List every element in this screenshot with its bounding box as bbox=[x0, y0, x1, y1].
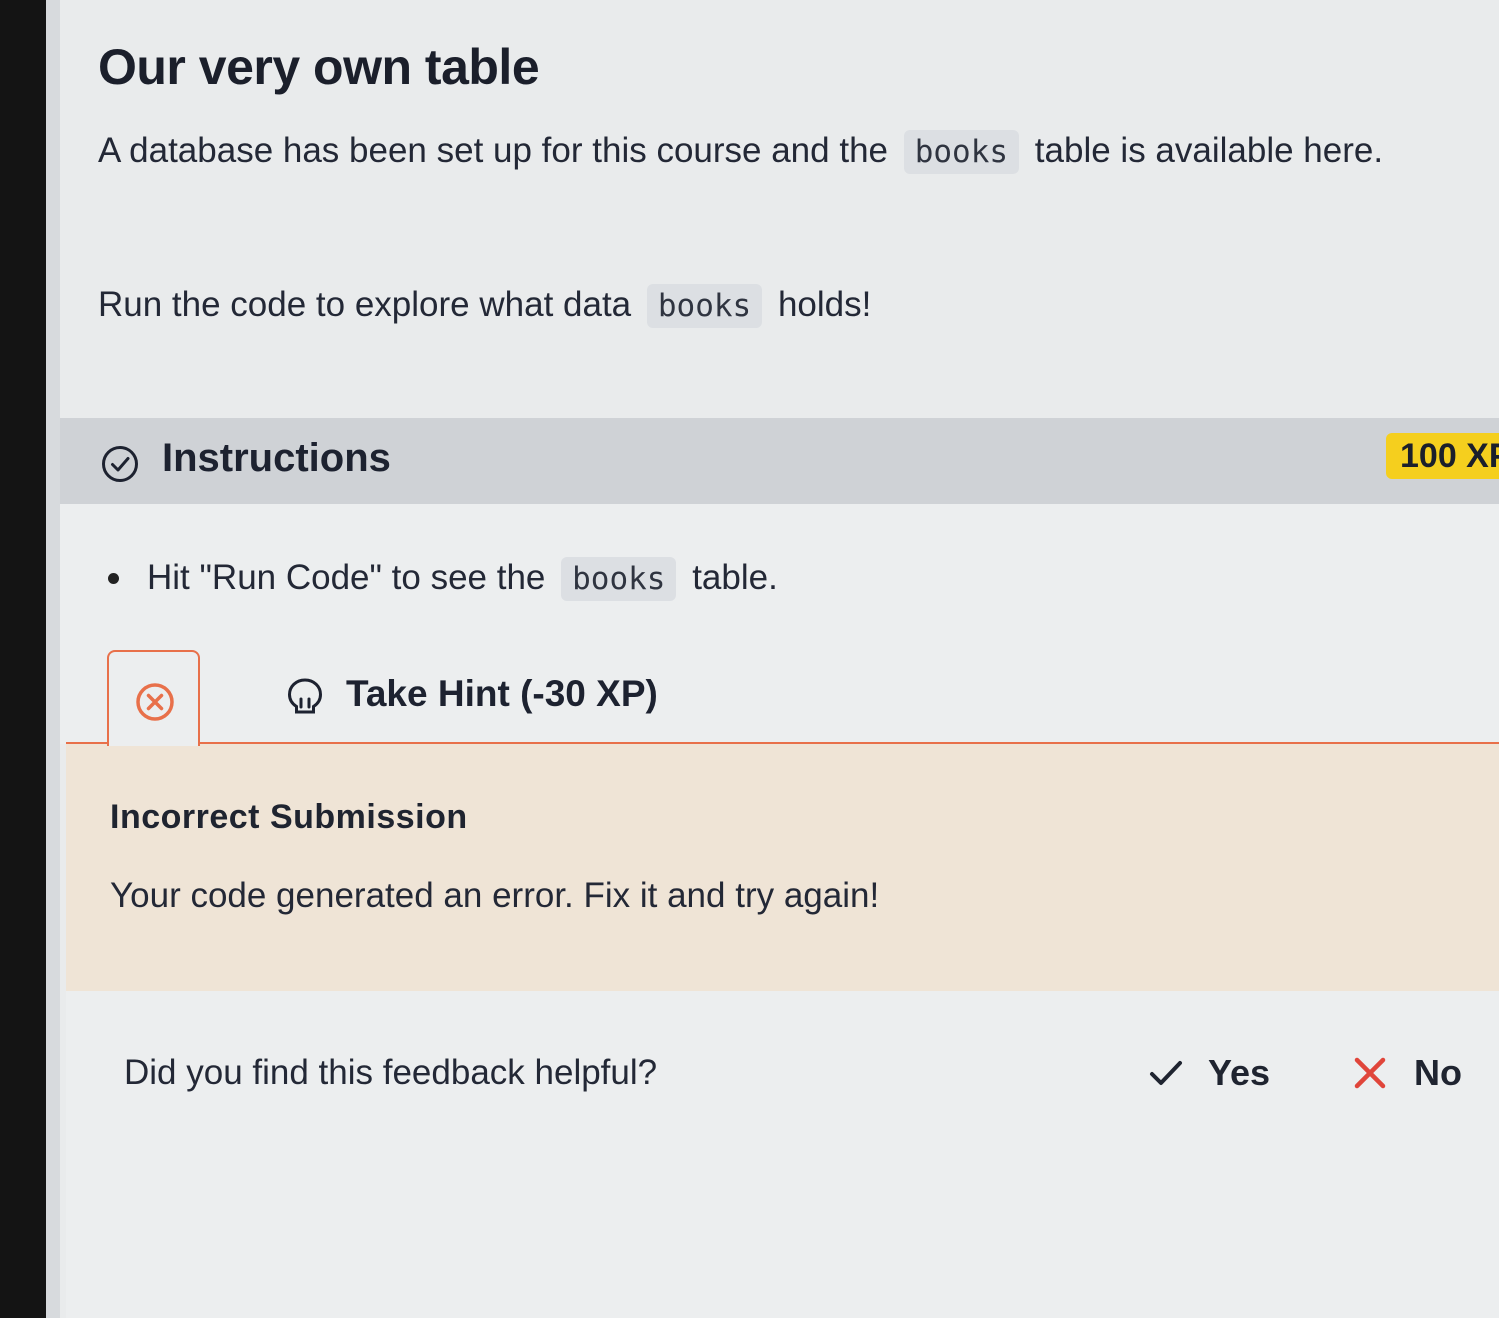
exercise-description: A database has been set up for this cour… bbox=[98, 120, 1478, 183]
instructions-body bbox=[60, 504, 1499, 744]
instructions-label: Instructions bbox=[162, 436, 391, 480]
instruction-item: Hit "Run Code" to see the books table. bbox=[147, 552, 778, 605]
inline-code: books bbox=[646, 284, 763, 328]
feedback-message: Your code generated an error. Fix it and… bbox=[110, 876, 880, 915]
exercise-prompt: Run the code to explore what data books … bbox=[98, 274, 871, 337]
bullet-dot bbox=[108, 573, 119, 584]
screen-edge bbox=[46, 0, 60, 1318]
instruction-text: table. bbox=[692, 558, 778, 597]
close-circle-icon[interactable] bbox=[133, 680, 177, 724]
inline-code: books bbox=[561, 557, 677, 601]
tab-feedback[interactable] bbox=[107, 650, 200, 746]
lightbulb-icon[interactable] bbox=[284, 676, 326, 718]
xp-badge: 100 XP bbox=[1386, 433, 1499, 479]
description-text: table is available here. bbox=[1034, 131, 1384, 170]
helpful-survey bbox=[66, 991, 1499, 1318]
checkmark-icon bbox=[1150, 1061, 1182, 1085]
description-text: A database has been set up for this cour… bbox=[98, 131, 888, 170]
no-button[interactable]: No bbox=[1350, 1052, 1462, 1094]
yes-button[interactable]: Yes bbox=[1146, 1052, 1270, 1094]
helpful-question: Did you find this feedback helpful? bbox=[124, 1053, 658, 1092]
no-label: No bbox=[1414, 1052, 1462, 1093]
instruction-text: Hit "Run Code" to see the bbox=[147, 558, 546, 597]
x-icon bbox=[1354, 1057, 1386, 1089]
prompt-text: holds! bbox=[777, 285, 872, 324]
inline-code: books bbox=[903, 130, 1020, 174]
check-circle-icon bbox=[102, 446, 138, 482]
feedback-title: Incorrect Submission bbox=[110, 798, 468, 836]
feedback-panel: Incorrect Submission Your code generated… bbox=[66, 742, 1499, 993]
exercise-title: Our very own table bbox=[98, 39, 540, 95]
screen-bezel bbox=[0, 0, 46, 1318]
yes-label: Yes bbox=[1208, 1052, 1271, 1093]
take-hint-button[interactable]: Take Hint (-30 XP) bbox=[346, 673, 658, 715]
prompt-text: Run the code to explore what data bbox=[98, 285, 632, 324]
